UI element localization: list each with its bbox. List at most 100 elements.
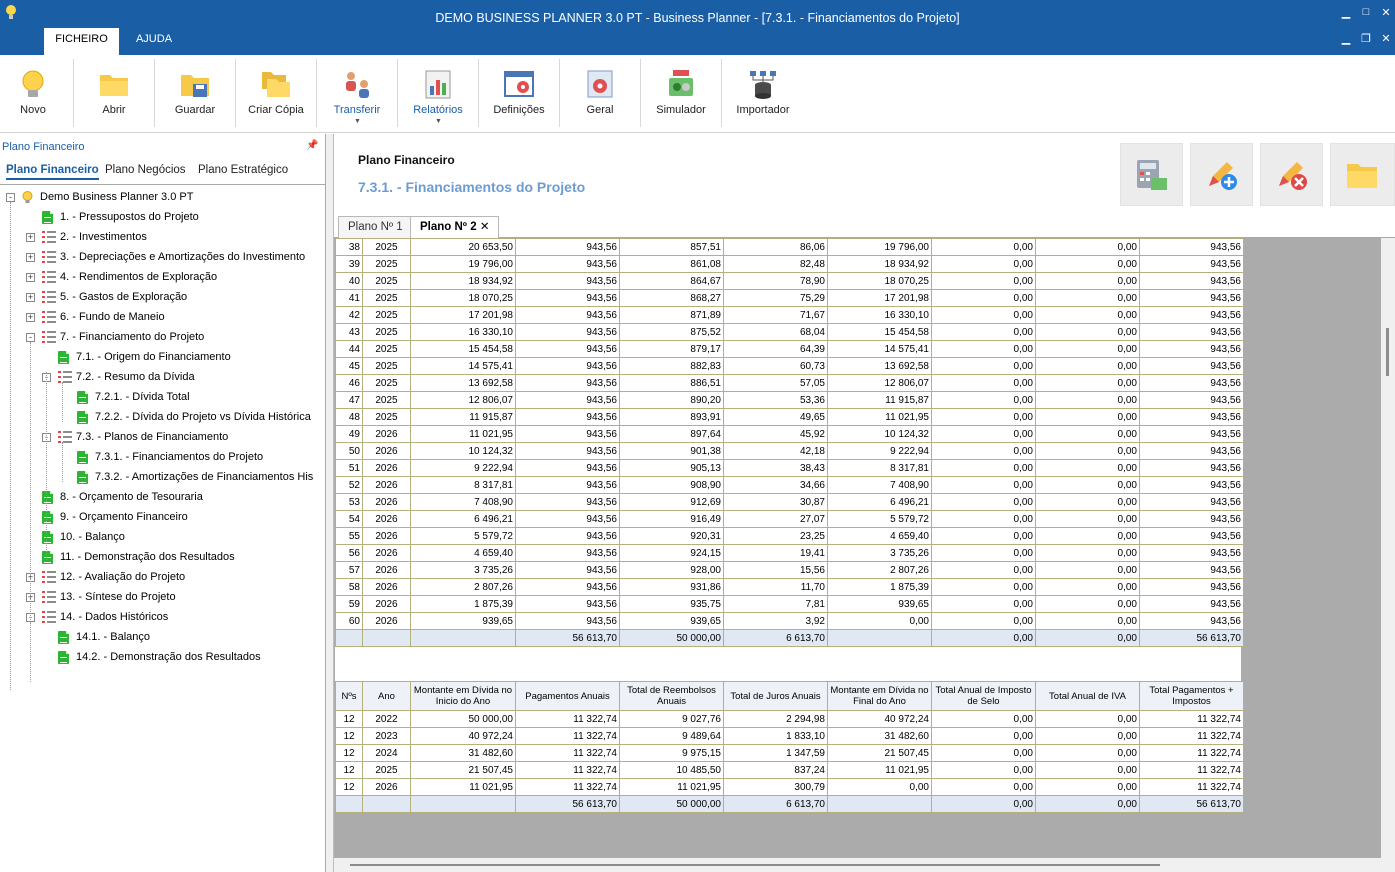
novo-button[interactable]: Novo	[0, 59, 72, 127]
simulador-button[interactable]: Simulador	[642, 59, 720, 127]
tab-plano-2[interactable]: Plano Nº 2 ✕	[410, 216, 500, 239]
table-cell: 2026	[362, 527, 411, 545]
horizontal-scrollbar[interactable]	[334, 858, 1395, 872]
table-row[interactable]: 48 2025 11 915,87 943,56 893,91 49,65 11 021,9…	[335, 408, 1244, 426]
tree-item-label: 10. - Balanço	[60, 531, 125, 543]
vertical-scrollbar[interactable]	[1381, 238, 1395, 858]
calculator-button[interactable]	[1120, 143, 1183, 206]
table-cell: 50 000,00	[619, 795, 724, 813]
transferir-button[interactable]: Transferir ▼	[318, 59, 396, 127]
table-cell: 0,00	[931, 612, 1036, 630]
table-cell: 943,56	[1139, 374, 1244, 392]
table-row[interactable]: 57 2026 3 735,26 943,56 928,00 15,56 2 807,26 0…	[335, 561, 1244, 579]
table-cell: 943,56	[1139, 323, 1244, 341]
table-row[interactable]: 44 2025 15 454,58 943,56 879,17 64,39 14 575,4…	[335, 340, 1244, 358]
table-row[interactable]: 52 2026 8 317,81 943,56 908,90 34,66 7 408,90 0…	[335, 476, 1244, 494]
main-content: Plano Financeiro 7.3.1. - Financiamentos…	[334, 134, 1395, 872]
maximize-icon[interactable]: □	[1358, 6, 1374, 18]
table-cell: 4 659,40	[827, 527, 932, 545]
table-row[interactable]: 51 2026 9 222,94 943,56 905,13 38,43 8 317,81 0…	[335, 459, 1244, 477]
expand-icon[interactable]: +	[26, 233, 35, 242]
table-cell: 11 021,95	[619, 778, 724, 796]
table-row[interactable]: 47 2025 12 806,07 943,56 890,20 53,36 11 915,8…	[335, 391, 1244, 409]
table-cell: 0,00	[1035, 425, 1140, 443]
expand-icon[interactable]: +	[26, 313, 35, 322]
definicoes-button[interactable]: Definições	[480, 59, 558, 127]
table-cell: 943,56	[1139, 255, 1244, 273]
table-cell: 12	[335, 778, 363, 796]
table-row[interactable]: 60 2026 939,65 943,56 939,65 3,92 0,00 0,00 0,00…	[335, 612, 1244, 630]
table-row[interactable]: 43 2025 16 330,10 943,56 875,52 68,04 15 454,5…	[335, 323, 1244, 341]
table-row[interactable]: 38 2025 20 653,50 943,56 857,51 86,06 19 796,0…	[335, 238, 1244, 256]
collapse-icon[interactable]: -	[6, 193, 15, 202]
table-row[interactable]: 59 2026 1 875,39 943,56 935,75 7,81 939,65 0,00…	[335, 595, 1244, 613]
table-row[interactable]: 46 2025 13 692,58 943,56 886,51 57,05 12 806,0…	[335, 374, 1244, 392]
pin-icon[interactable]: 📌	[306, 140, 318, 151]
table-row[interactable]: 53 2026 7 408,90 943,56 912,69 30,87 6 496,21 0…	[335, 493, 1244, 511]
tab-plano-negocios[interactable]: Plano Negócios	[105, 164, 186, 176]
table-row[interactable]: 45 2025 14 575,41 943,56 882,83 60,73 13 692,5…	[335, 357, 1244, 375]
open-folder-button[interactable]	[1330, 143, 1395, 206]
table-cell: 0,00	[931, 595, 1036, 613]
table-row[interactable]: 58 2026 2 807,26 943,56 931,86 11,70 1 875,39 0…	[335, 578, 1244, 596]
table-row[interactable]: 12 2024 31 482,60 11 322,74 9 975,15 1 347,59…	[335, 744, 1244, 762]
expand-icon[interactable]: +	[26, 273, 35, 282]
table-row[interactable]: 12 2022 50 000,00 11 322,74 9 027,76 2 294,98…	[335, 710, 1244, 728]
add-plan-button[interactable]	[1190, 143, 1253, 206]
table-cell: 2025	[362, 340, 411, 358]
importador-button[interactable]: Importador	[724, 59, 802, 127]
table-cell	[827, 629, 932, 647]
table-cell: 5 579,72	[410, 527, 516, 545]
table-cell: 11 322,74	[515, 744, 620, 762]
table-cell: 15,56	[723, 561, 828, 579]
tab-plano-1[interactable]: Plano Nº 1	[338, 216, 413, 238]
criar-copia-button[interactable]: Criar Cópia	[237, 59, 315, 127]
table-cell: 1 875,39	[410, 595, 516, 613]
delete-plan-button[interactable]	[1260, 143, 1323, 206]
collapse-icon[interactable]: -	[26, 333, 35, 342]
table-row[interactable]: 42 2025 17 201,98 943,56 871,89 71,67 16 330,1…	[335, 306, 1244, 324]
tab-plano-estrategico[interactable]: Plano Estratégico	[198, 164, 288, 176]
table-cell: 15 454,58	[827, 323, 932, 341]
child-restore-icon[interactable]: ❐	[1358, 32, 1374, 45]
table-row[interactable]: 12 2023 40 972,24 11 322,74 9 489,64 1 833,10…	[335, 727, 1244, 745]
table-cell: 857,51	[619, 238, 724, 256]
table-cell: 943,56	[515, 357, 620, 375]
table-row[interactable]: 49 2026 11 021,95 943,56 897,64 45,92 10 124,3…	[335, 425, 1244, 443]
tree-item-label: 7.3. - Planos de Financiamento	[76, 431, 229, 443]
menu-tab-ajuda[interactable]: AJUDA	[119, 28, 189, 55]
child-close-icon[interactable]: ✕	[1378, 32, 1394, 45]
guardar-button[interactable]: Guardar	[156, 59, 234, 127]
table-row[interactable]: 41 2025 18 070,25 943,56 868,27 75,29 17 201,9…	[335, 289, 1244, 307]
abrir-button[interactable]: Abrir	[75, 59, 153, 127]
document-icon	[77, 471, 88, 484]
guardar-label: Guardar	[174, 104, 216, 116]
table-row[interactable]: 55 2026 5 579,72 943,56 920,31 23,25 4 659,40 0…	[335, 527, 1244, 545]
table-cell: 52	[335, 476, 363, 494]
menu-tab-ficheiro[interactable]: FICHEIRO	[44, 28, 119, 55]
table-row[interactable]: 12 2025 21 507,45 11 322,74 10 485,50 837,24 1…	[335, 761, 1244, 779]
table-cell: 943,56	[515, 340, 620, 358]
table-row[interactable]: 50 2026 10 124,32 943,56 901,38 42,18 9 222,94…	[335, 442, 1244, 460]
relatorios-button[interactable]: Relatórios ▼	[399, 59, 477, 127]
child-minimize-icon[interactable]: ▁	[1338, 32, 1354, 45]
table-row[interactable]: 12 2026 11 021,95 11 322,74 11 021,95 300,79 0…	[335, 778, 1244, 796]
table-row[interactable]: 54 2026 6 496,21 943,56 916,49 27,07 5 579,72 0…	[335, 510, 1244, 528]
expand-icon[interactable]: +	[26, 293, 35, 302]
panel-splitter[interactable]	[326, 134, 334, 872]
minimize-icon[interactable]: ▁	[1338, 6, 1354, 19]
geral-button[interactable]: Geral	[561, 59, 639, 127]
window-title: DEMO BUSINESS PLANNER 3.0 PT - Business …	[435, 11, 960, 25]
tab-plano-financeiro[interactable]: Plano Financeiro	[6, 164, 99, 180]
column-header: Montante em Dívida no Final do Ano	[827, 681, 932, 711]
list-icon	[42, 571, 56, 583]
expand-icon[interactable]: +	[26, 253, 35, 262]
table-cell: 11 021,95	[827, 761, 932, 779]
close-icon[interactable]: ✕	[1378, 6, 1394, 19]
close-tab-icon[interactable]: ✕	[480, 221, 490, 233]
table-cell: 943,56	[515, 408, 620, 426]
table-row[interactable]: 40 2025 18 934,92 943,56 864,67 78,90 18 070,2…	[335, 272, 1244, 290]
table-row[interactable]: 56 2026 4 659,40 943,56 924,15 19,41 3 735,26 0…	[335, 544, 1244, 562]
table-row[interactable]: 39 2025 19 796,00 943,56 861,08 82,48 18 934,9…	[335, 255, 1244, 273]
table-cell: 2026	[362, 544, 411, 562]
